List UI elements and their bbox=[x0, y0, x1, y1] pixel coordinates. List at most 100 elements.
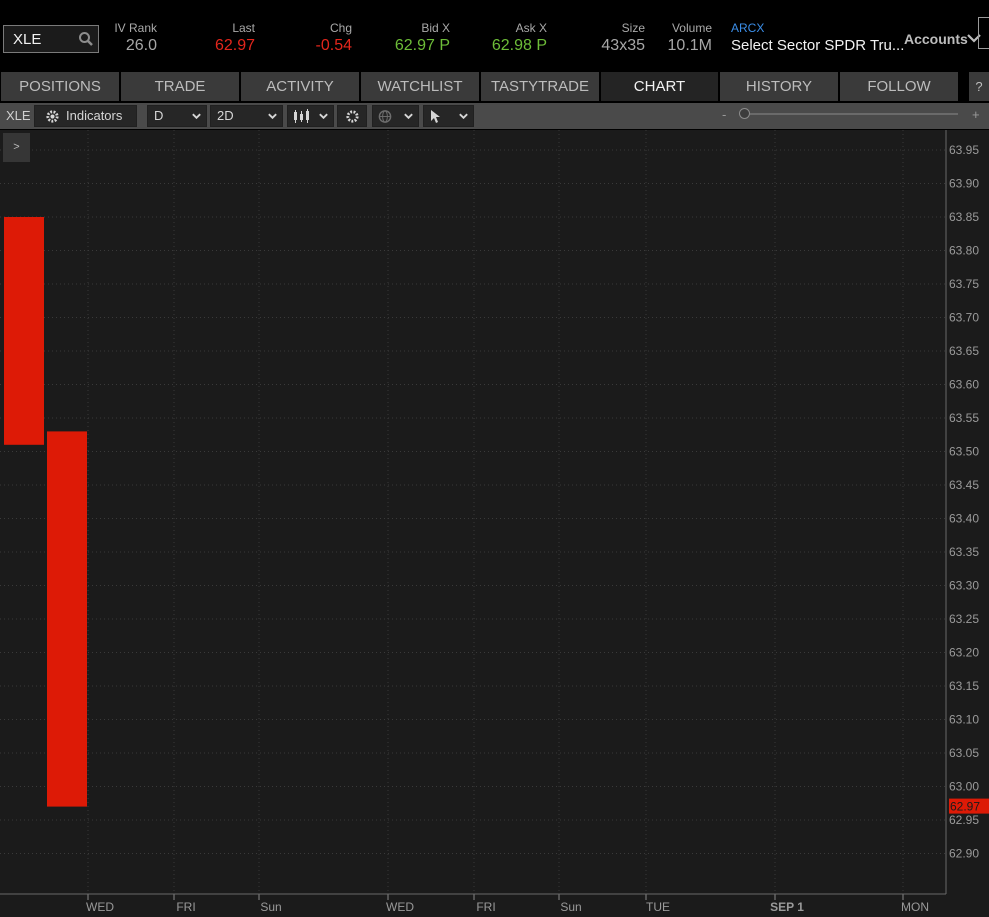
x-tick-label: TUE bbox=[646, 900, 670, 914]
chevron-down-icon bbox=[459, 113, 468, 120]
size-value: 43x35 bbox=[601, 37, 645, 54]
tab-watchlist[interactable]: WATCHLIST bbox=[361, 72, 479, 101]
y-tick-label: 63.60 bbox=[949, 378, 979, 392]
zoom-out-button[interactable]: - bbox=[722, 107, 726, 122]
candlestick-icon bbox=[294, 109, 309, 123]
chg-label: Chg bbox=[329, 21, 352, 35]
panel-corner bbox=[978, 17, 989, 49]
y-tick-label: 63.35 bbox=[949, 545, 979, 559]
x-tick-label: FRI bbox=[476, 900, 495, 914]
gear-icon bbox=[46, 110, 59, 123]
y-tick-label: 63.40 bbox=[949, 512, 979, 526]
chevron-down-icon bbox=[404, 113, 413, 120]
y-tick-label: 63.55 bbox=[949, 411, 979, 425]
y-tick-label: 62.95 bbox=[949, 813, 979, 827]
y-tick-label: 63.20 bbox=[949, 646, 979, 660]
y-tick-label: 63.90 bbox=[949, 177, 979, 191]
chevron-down-icon bbox=[192, 113, 201, 120]
x-tick-label: WED bbox=[86, 900, 114, 914]
y-tick-label: 63.85 bbox=[949, 210, 979, 224]
y-tick-label: 63.95 bbox=[949, 143, 979, 157]
tab-activity[interactable]: ACTIVITY bbox=[241, 72, 359, 101]
tab-history[interactable]: HISTORY bbox=[720, 72, 838, 101]
size-field: Size 43x35 bbox=[595, 20, 645, 56]
bid-value: 62.97 P bbox=[394, 37, 450, 54]
interval-value: D bbox=[154, 108, 164, 123]
bid-field: Bid X 62.97 P bbox=[385, 20, 450, 56]
exchange-label: ARCX bbox=[731, 21, 765, 35]
gear-icon bbox=[346, 110, 359, 123]
chevron-down-icon bbox=[319, 113, 328, 120]
cursor-tool-select[interactable] bbox=[423, 105, 474, 127]
interval-select[interactable]: D bbox=[147, 105, 207, 127]
candle bbox=[47, 431, 87, 807]
chg-field: Chg -0.54 bbox=[300, 20, 352, 56]
accounts-button[interactable]: Accounts bbox=[904, 31, 968, 47]
pointer-icon bbox=[431, 110, 440, 123]
last-field: Last 62.97 bbox=[200, 20, 255, 56]
chevron-down-icon bbox=[268, 113, 277, 120]
exchange-field: ARCX Select Sector SPDR Tru... bbox=[731, 20, 904, 56]
expand-panel-button[interactable]: > bbox=[3, 133, 30, 162]
x-tick-label: WED bbox=[386, 900, 414, 914]
zoom-slider-thumb[interactable] bbox=[739, 108, 750, 119]
range-value: 2D bbox=[217, 108, 234, 123]
y-tick-label: 63.25 bbox=[949, 612, 979, 626]
ask-label: Ask X bbox=[515, 21, 547, 35]
zoom-slider[interactable] bbox=[740, 113, 958, 115]
y-tick-label: 63.10 bbox=[949, 713, 979, 727]
zoom-in-button[interactable]: + bbox=[972, 107, 980, 122]
y-tick-label: 63.30 bbox=[949, 579, 979, 593]
symbol-input[interactable]: XLE bbox=[3, 25, 99, 53]
indicators-button[interactable]: Indicators bbox=[34, 105, 137, 127]
iv-rank-field: IV Rank 26.0 bbox=[108, 20, 157, 56]
tab-bar: POSITIONS TRADE ACTIVITY WATCHLIST TASTY… bbox=[0, 72, 989, 102]
x-tick-label: Sun bbox=[260, 900, 281, 914]
iv-rank-value: 26.0 bbox=[125, 37, 157, 54]
y-tick-label: 63.15 bbox=[949, 679, 979, 693]
chart-toolbar: XLE Indicators D 2D - + bbox=[0, 103, 989, 129]
chart-settings-button[interactable] bbox=[337, 105, 367, 127]
ask-value: 62.98 P bbox=[491, 37, 547, 54]
tab-follow[interactable]: FOLLOW bbox=[840, 72, 958, 101]
indicators-label: Indicators bbox=[66, 108, 123, 123]
tab-positions[interactable]: POSITIONS bbox=[1, 72, 119, 101]
y-tick-label: 62.90 bbox=[949, 847, 979, 861]
chg-value: -0.54 bbox=[315, 37, 352, 54]
last-label: Last bbox=[232, 21, 255, 35]
volume-field: Volume 10.1M bbox=[664, 20, 712, 56]
size-label: Size bbox=[621, 21, 645, 35]
chart-style-select[interactable] bbox=[287, 105, 334, 127]
y-tick-label: 63.65 bbox=[949, 344, 979, 358]
price-chart[interactable]: 63.95 63.90 63.85 63.80 63.75 63.70 63.65 63.60… bbox=[0, 130, 989, 917]
x-tick-label: MON bbox=[901, 900, 929, 914]
tab-trade[interactable]: TRADE bbox=[121, 72, 239, 101]
chart-panel[interactable]: 63.95 63.90 63.85 63.80 63.75 63.70 63.65 63.60… bbox=[0, 130, 989, 917]
chart-symbol-label: XLE bbox=[6, 108, 31, 123]
volume-value: 10.1M bbox=[667, 37, 712, 54]
last-price-label: 62.97 bbox=[950, 800, 980, 814]
help-button[interactable]: ? bbox=[969, 72, 989, 101]
y-tick-label: 63.75 bbox=[949, 277, 979, 291]
crosshair-select[interactable] bbox=[372, 105, 419, 127]
search-icon[interactable] bbox=[78, 31, 94, 47]
quote-header: XLE IV Rank 26.0 Last 62.97 Chg -0.54 Bi… bbox=[0, 0, 989, 70]
y-tick-label: 63.50 bbox=[949, 445, 979, 459]
bid-label: Bid X bbox=[421, 21, 450, 35]
candle bbox=[4, 217, 44, 445]
ask-field: Ask X 62.98 P bbox=[482, 20, 547, 56]
globe-icon bbox=[378, 110, 392, 123]
volume-label: Volume bbox=[671, 21, 712, 35]
x-tick-label: SEP 1 bbox=[770, 900, 804, 914]
iv-rank-label: IV Rank bbox=[114, 21, 157, 35]
symbol-input-value[interactable]: XLE bbox=[13, 31, 41, 48]
range-select[interactable]: 2D bbox=[210, 105, 283, 127]
tab-tastytrade[interactable]: TASTYTRADE bbox=[481, 72, 599, 101]
y-tick-label: 63.00 bbox=[949, 780, 979, 794]
security-description: Select Sector SPDR Tru... bbox=[731, 37, 905, 54]
y-tick-label: 63.45 bbox=[949, 478, 979, 492]
y-tick-label: 63.70 bbox=[949, 311, 979, 325]
x-tick-label: FRI bbox=[176, 900, 195, 914]
last-value: 62.97 bbox=[214, 37, 255, 54]
tab-chart[interactable]: CHART bbox=[601, 72, 718, 101]
